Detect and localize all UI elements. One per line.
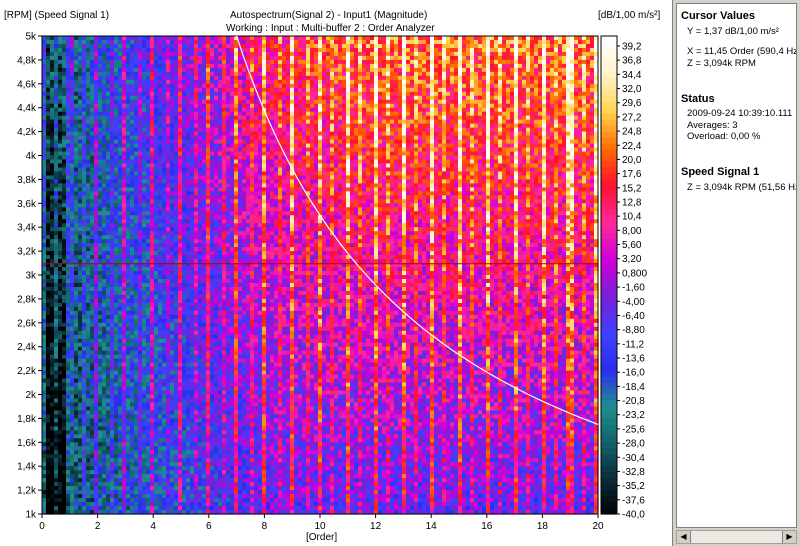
y-tick-label: 2k [25,390,37,401]
colorbar-tick-label: -28,0 [622,439,645,450]
x-tick-label: 20 [592,521,604,532]
colorbar-tick-label: 17,6 [622,169,642,180]
x-tick-label: 6 [206,521,212,532]
status-datetime: 2009-09-24 10:39:10.111 [687,108,793,119]
colorbar-tick-label: -11,2 [622,339,644,350]
colorbar-tick-label: -40,0 [622,510,645,521]
y-tick-label: 2,6k [17,318,37,329]
y-tick-label: 4,8k [17,55,37,66]
cursor-z-value: Z = 3,094k RPM [687,58,756,69]
status-overload: Overload: 0,00 % [687,131,761,142]
horizontal-scrollbar[interactable]: ◀ ▶ [676,530,797,544]
colorbar-tick-label: 10,4 [622,212,642,223]
y-tick-label: 4,6k [17,79,37,90]
y-tick-label: 3,2k [17,247,37,258]
colorbar-tick-label: -13,6 [622,354,645,365]
cursor-values-heading: Cursor Values [681,10,755,22]
y-tick-label: 1,2k [17,486,37,497]
colorbar-tick-label: -35,2 [622,481,645,492]
colorbar-tick-label: 36,8 [622,56,642,67]
colorbar-tick-label: 20,0 [622,155,642,166]
side-panel-content[interactable]: Cursor Values Y = 1,37 dB/1,00 m/s² X = … [676,3,797,528]
colorbar-tick-label: -37,6 [622,495,645,506]
colorbar-tick-label: 3,20 [622,254,642,265]
colorbar-tick-label: -16,0 [622,368,645,379]
colorbar-tick-label: -25,6 [622,424,645,435]
x-tick-label: 8 [262,521,268,532]
colorbar-tick-label: 15,2 [622,183,642,194]
colorbar [601,36,617,515]
colorbar-tick-label: 39,2 [622,42,642,53]
speed-signal-heading: Speed Signal 1 [681,166,760,178]
colorbar-tick-label: -32,8 [622,467,645,478]
speed-signal-value: Z = 3,094k RPM (51,56 Hz) [687,182,797,193]
colorbar-tick-label: -6,40 [622,311,645,322]
y-tick-label: 2,8k [17,294,37,305]
colorbar-tick-label: 5,60 [622,240,642,251]
y-tick-label: 5k [25,32,37,43]
y-tick-label: 4,4k [17,103,37,114]
heatmap-cells [42,36,599,515]
y-tick-label: 2,2k [17,366,37,377]
colorbar-tick-label: 32,0 [622,84,642,95]
y-tick-label: 3k [25,271,37,282]
colorbar-tick-label: 34,4 [622,70,642,81]
y-tick-label: 4k [25,151,37,162]
y-tick-label: 1k [25,510,37,521]
x-tick-label: 16 [481,521,493,532]
colorbar-tick-label: -1,60 [622,283,645,294]
x-tick-label: 18 [537,521,549,532]
status-averages: Averages: 3 [687,120,738,131]
x-tick-label: 14 [426,521,438,532]
colorbar-tick-label: 8,00 [622,226,642,237]
x-tick-label: 4 [150,521,156,532]
status-heading: Status [681,93,715,105]
y-tick-label: 3,6k [17,199,37,210]
colorbar-tick-label: -4,00 [622,297,645,308]
y-tick-label: 1,6k [17,438,37,449]
y-tick-label: 1,8k [17,414,37,425]
scroll-right-icon[interactable]: ▶ [782,531,796,543]
colorbar-tick-label: 22,4 [622,141,642,152]
cursor-y-value: Y = 1,37 dB/1,00 m/s² [687,26,779,37]
colorbar-tick-label: -8,80 [622,325,645,336]
y-tick-label: 2,4k [17,342,37,353]
colorbar-tick-label: 27,2 [622,112,642,123]
scroll-left-icon[interactable]: ◀ [677,531,691,543]
colorbar-tick-label: -23,2 [622,410,645,421]
colorbar-tick-label: 12,8 [622,198,642,209]
colorbar-tick-label: 0,800 [622,268,647,279]
chart-svg[interactable]: 0 2 4 6 8 10 12 14 16 18 20 1k 1,2k 1,4k 1,6k 1,8k 2k 2,2… [0,0,672,546]
colorbar-tick-label: -18,4 [622,382,645,393]
y-tick-label: 4,2k [17,127,37,138]
y-tick-label: 3,8k [17,175,37,186]
colorbar-tick-label: -20,8 [622,396,645,407]
y-tick-label: 3,4k [17,223,37,234]
x-tick-label: 10 [314,521,326,532]
cursor-x-value: X = 11,45 Order (590,4 Hz) [687,46,797,57]
y-tick-label: 1,4k [17,462,37,473]
x-tick-label: 12 [370,521,382,532]
x-tick-label: 0 [39,521,45,532]
colorbar-tick-label: 29,6 [622,98,642,109]
side-panel: Cursor Values Y = 1,37 dB/1,00 m/s² X = … [672,0,800,546]
plot-area: [RPM] (Speed Signal 1) Autospectrum(Sign… [0,0,672,546]
colorbar-tick-label: 24,8 [622,127,642,138]
x-tick-label: 2 [95,521,101,532]
colorbar-tick-label: -30,4 [622,453,645,464]
